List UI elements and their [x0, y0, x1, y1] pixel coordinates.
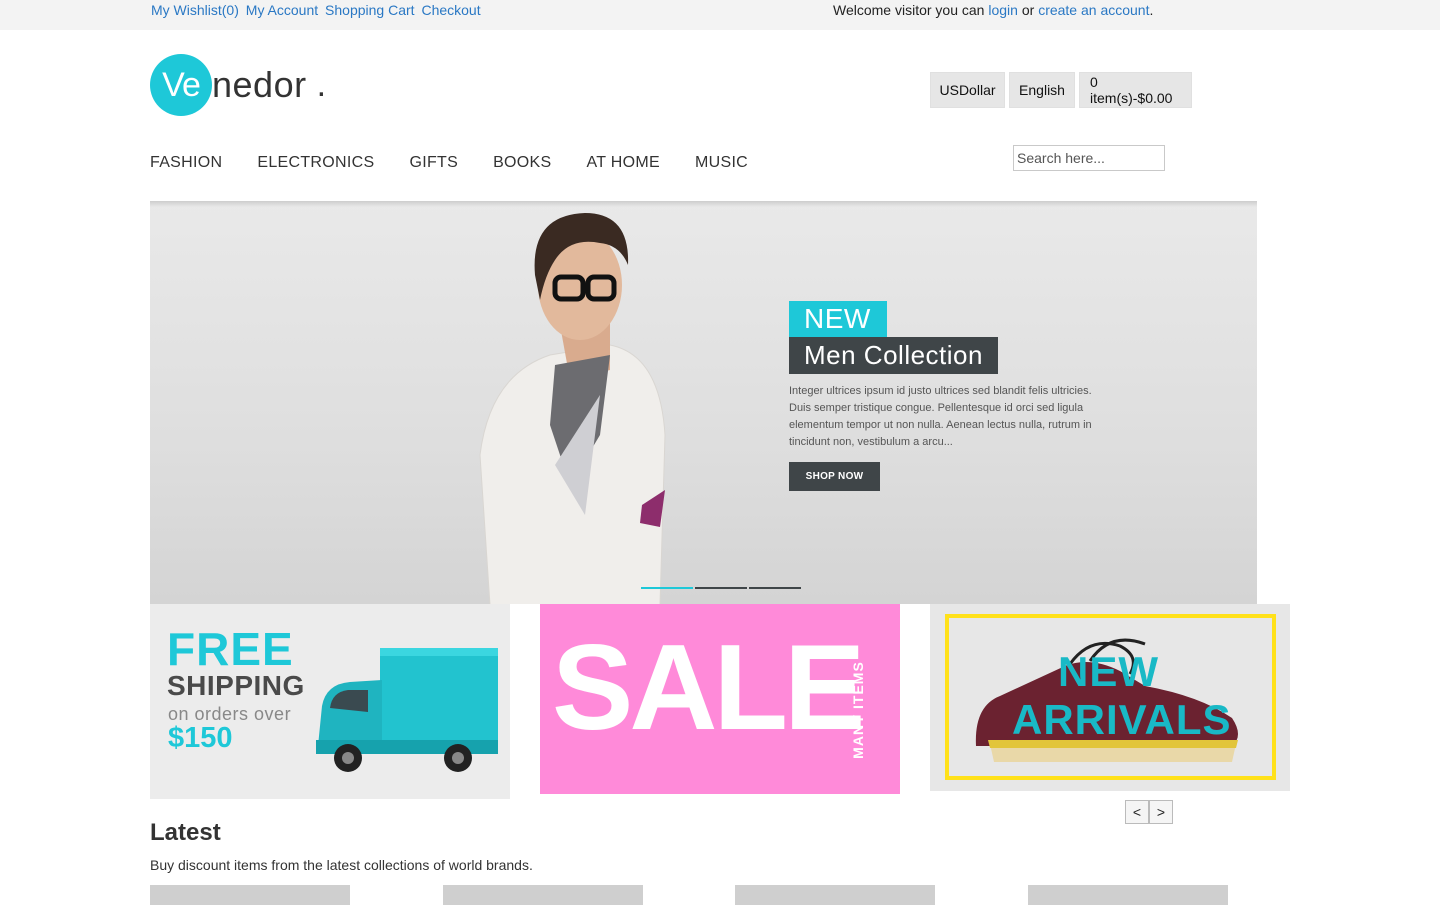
create-account-link[interactable]: create an account [1038, 2, 1149, 18]
product-thumbnail-2[interactable] [443, 885, 643, 905]
welcome-prefix: Welcome visitor you can [833, 2, 985, 18]
nav-item-electronics[interactable]: ELECTRONICS [257, 154, 374, 172]
main-nav: FASHION ELECTRONICS GIFTS BOOKS AT HOME … [150, 154, 783, 172]
slider-indicators [641, 587, 801, 589]
logo-dot: . [316, 65, 327, 104]
wishlist-link[interactable]: My Wishlist(0) [151, 2, 239, 18]
shopping-cart-link[interactable]: Shopping Cart [325, 2, 415, 18]
slider-dot-1[interactable] [641, 587, 693, 589]
nav-item-books[interactable]: BOOKS [493, 154, 551, 172]
checkout-link[interactable]: Checkout [421, 2, 480, 18]
product-thumbnail-3[interactable] [735, 885, 935, 905]
arrivals-text: ARRIVALS [1012, 696, 1232, 743]
site-logo[interactable]: Ve nedor . [150, 54, 326, 116]
free-shipping-banner[interactable]: FREE SHIPPING on orders over $150 [150, 604, 510, 799]
account-links: My Wishlist(0) My Account Shopping Cart … [151, 2, 484, 18]
cart-summary-button[interactable]: 0 item(s)-$0.00 [1079, 72, 1192, 108]
hero-description: Integer ultrices ipsum id justo ultrices… [789, 385, 1092, 448]
shipping-label: SHIPPING [167, 670, 305, 701]
my-account-link[interactable]: My Account [246, 2, 318, 18]
sale-banner[interactable]: SALE MANY ITEMS [540, 604, 900, 794]
currency-selector[interactable]: USDollar [930, 72, 1005, 108]
login-link[interactable]: login [988, 2, 1018, 18]
new-text: NEW [1058, 648, 1159, 695]
carousel-next-button[interactable]: > [1149, 800, 1173, 824]
welcome-message: Welcome visitor you can login or create … [833, 2, 1153, 18]
top-bar: My Wishlist(0) My Account Shopping Cart … [0, 0, 1440, 30]
latest-description: Buy discount items from the latest colle… [150, 857, 533, 873]
product-thumbnail-4[interactable] [1028, 885, 1228, 905]
new-arrivals-banner[interactable]: NEW ARRIVALS [930, 604, 1290, 791]
shipping-free-text: FREE [167, 623, 294, 675]
welcome-or: or [1021, 2, 1035, 18]
latest-heading: Latest [150, 819, 221, 846]
welcome-suffix: . [1149, 2, 1154, 18]
slider-dot-2[interactable] [695, 587, 747, 589]
hero-slider: NEW Men Collection Integer ultrices ipsu… [150, 201, 1257, 604]
hero-title: Men Collection [789, 337, 998, 374]
shipping-threshold: $150 [168, 722, 233, 754]
product-thumbnail-1[interactable] [150, 885, 350, 905]
nav-item-fashion[interactable]: FASHION [150, 154, 222, 172]
logo-circle: Ve [150, 54, 212, 116]
shop-now-button[interactable]: SHOP NOW [789, 462, 880, 491]
nav-item-gifts[interactable]: GIFTS [409, 154, 458, 172]
carousel-prev-button[interactable]: < [1125, 800, 1149, 824]
logo-text: nedor [212, 64, 307, 105]
sale-big-text: SALE [552, 619, 865, 755]
hero-shadow [150, 201, 1257, 207]
carousel-arrows: < > [1125, 800, 1173, 824]
search-input[interactable] [1013, 145, 1165, 171]
delivery-truck-icon [316, 648, 498, 772]
model-image [479, 213, 666, 604]
nav-item-at-home[interactable]: AT HOME [586, 154, 660, 172]
nav-item-music[interactable]: MUSIC [695, 154, 748, 172]
language-selector[interactable]: English [1009, 72, 1075, 108]
sale-side-text: MANY ITEMS [850, 661, 866, 759]
slider-dot-3[interactable] [749, 587, 801, 589]
hero-tag-new: NEW [789, 301, 887, 337]
